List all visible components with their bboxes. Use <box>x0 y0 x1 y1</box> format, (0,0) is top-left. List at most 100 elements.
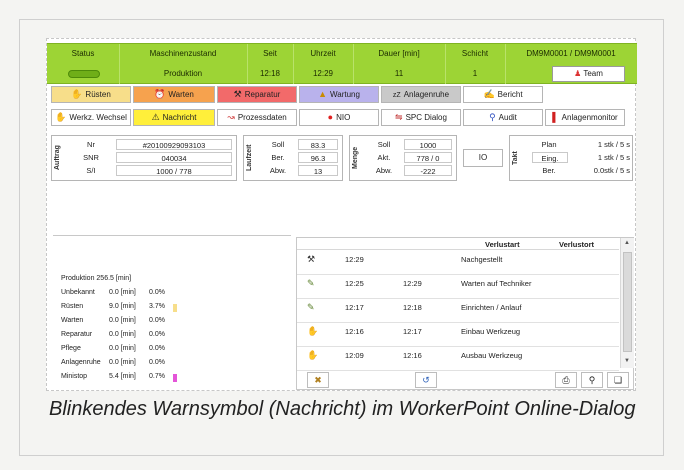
takt-eing-button[interactable]: Eing. <box>532 152 568 163</box>
prozessdaten-button[interactable]: ↝ Prozessdaten <box>217 109 297 126</box>
laufzeit-soll-value: 83.3 <box>298 139 338 150</box>
dauer-value: 11 <box>394 69 404 78</box>
thermometer-icon: ▌ <box>552 112 559 122</box>
nio-label: NIO <box>336 113 351 122</box>
red-dot-icon: ● <box>327 112 334 122</box>
werkzeug-wechsel-button[interactable]: ✋ Werkz. Wechsel <box>51 109 131 126</box>
export-button[interactable]: ⎙ <box>555 372 577 388</box>
audit-label: Audit <box>498 113 517 122</box>
reparatur-button[interactable]: ⚒ Reparatur <box>217 86 297 103</box>
takt-panel: Takt Plan 1 stk / 5 s Eing. 1 stk / 5 s … <box>509 135 633 181</box>
search-button[interactable]: ⚲ <box>581 372 603 388</box>
verlustart-header: Verlustart <box>485 240 520 249</box>
audit-button[interactable]: ⚲ Audit <box>463 109 543 126</box>
bericht-button[interactable]: ✍ Bericht <box>463 86 543 103</box>
team-button[interactable]: ♟ Team <box>552 66 625 82</box>
event-start-time: 12:17 <box>345 303 364 312</box>
menge-key: Akt. <box>377 153 391 162</box>
schicht-header: Schicht <box>461 49 489 58</box>
takt-key: Plan <box>541 140 557 149</box>
auftrag-key: S/I <box>86 166 96 175</box>
scroll-up-icon[interactable]: ▲ <box>624 240 630 246</box>
loss-stat-bar <box>173 374 177 382</box>
event-start-time: 12:16 <box>345 327 364 336</box>
loss-stat-percent: 0.0% <box>149 317 165 324</box>
prozessdaten-label: Prozessdaten <box>237 113 287 122</box>
loss-stat-percent: 0.0% <box>149 359 165 366</box>
scroll-thumb[interactable] <box>623 252 632 352</box>
anlagenruhe-label: Anlagenruhe <box>403 90 450 99</box>
event-end-time: 12:17 <box>403 327 422 336</box>
nio-button[interactable]: ● NIO <box>299 109 379 126</box>
menge-abw-value: -222 <box>404 165 452 176</box>
io-badge: IO <box>463 149 503 167</box>
event-row[interactable]: ⚒ 12:29 Nachgestellt <box>297 251 619 275</box>
nachricht-button[interactable]: ⚠ Nachricht <box>133 109 215 126</box>
window-button[interactable]: ❏ <box>607 372 629 388</box>
search-icon: ⚲ <box>588 375 596 385</box>
pin-icon: ⚲ <box>489 112 496 122</box>
loss-stat-label: Reparatur <box>61 331 93 338</box>
auftrag-panel: Auftrag Nr #20100929093103 SNR 040034 S/… <box>51 135 237 181</box>
event-row[interactable]: ✎ 12:17 12:18 Einrichten / Anlauf <box>297 299 619 323</box>
scroll-down-icon[interactable]: ▼ <box>624 358 630 364</box>
loss-stat-bar <box>173 304 177 312</box>
auftrag-key: SNR <box>83 153 99 162</box>
auftrag-si-value: 1000 / 778 <box>116 165 232 176</box>
loss-stat-label: Ministop <box>61 373 88 380</box>
machine-id-header: DM9M0001 / DM9M0001 <box>526 49 616 58</box>
sleep-icon: zZ <box>392 92 401 99</box>
loss-stat-percent: 0.0% <box>149 345 165 352</box>
event-list-scrollbar[interactable]: ▲ ▼ <box>620 238 634 368</box>
tools-icon: ⚒ <box>233 89 242 99</box>
oil-can-icon: ▲ <box>318 89 327 99</box>
loss-stat-minutes: 9.0 [min] <box>109 303 136 310</box>
alarm-icon: ⏰ <box>154 89 166 99</box>
warten-label: Warten <box>168 90 194 99</box>
anlagenmonitor-label: Anlagenmonitor <box>561 113 618 122</box>
event-list-header: Verlustart Verlustort <box>297 238 619 250</box>
worker-icon: ✎ <box>307 278 315 288</box>
loss-stat-minutes: 0.0 [min] <box>109 289 136 296</box>
hand-icon: ✋ <box>71 89 83 99</box>
team-label: Team <box>583 69 603 78</box>
export-icon: ⎙ <box>562 375 570 385</box>
menge-label: Menge <box>352 146 359 170</box>
wartung-label: Wartung <box>329 90 360 99</box>
warten-button[interactable]: ⏰ Warten <box>133 86 215 103</box>
loss-stat-minutes: 5.4 [min] <box>109 373 136 380</box>
loss-stat-label: Unbekannt <box>61 289 95 296</box>
takt-plan-value: 1 stk / 5 s <box>597 140 630 149</box>
event-description: Ausbau Werkzeug <box>461 351 523 360</box>
hand-icon: ✋ <box>307 350 319 360</box>
status-header: Status <box>71 49 95 58</box>
wartung-button[interactable]: ▲ Wartung <box>299 86 379 103</box>
maschinenzustand-header: Maschinenzustand <box>149 49 217 58</box>
laufzeit-panel: Laufzeit Soll 83.3 Ber. 96.3 Abw. 13 <box>243 135 343 181</box>
spc-dialog-button[interactable]: ⇋ SPC Dialog <box>381 109 461 126</box>
undo-button[interactable]: ↺ <box>415 372 437 388</box>
verlustort-header: Verlustort <box>559 240 595 249</box>
loss-stat-minutes: 0.0 [min] <box>109 345 136 352</box>
takt-ber-value: 0.0stk / 5 s <box>593 166 630 175</box>
auftrag-label: Auftrag <box>54 145 61 171</box>
event-row[interactable]: ✎ 12:25 12:29 Warten auf Techniker <box>297 275 619 299</box>
ruesten-button[interactable]: ✋ Rüsten <box>51 86 131 103</box>
event-description: Warten auf Techniker <box>461 279 532 288</box>
loss-stat-minutes: 0.0 [min] <box>109 331 136 338</box>
event-start-time: 12:09 <box>345 351 364 360</box>
tool-button[interactable]: ✖ <box>307 372 329 388</box>
anlagenmonitor-button[interactable]: ▌ Anlagenmonitor <box>545 109 625 126</box>
hand-icon: ✋ <box>307 326 319 336</box>
event-row[interactable]: ✋ 12:16 12:17 Einbau Werkzeug <box>297 323 619 347</box>
anlagenruhe-button[interactable]: zZ Anlagenruhe <box>381 86 461 103</box>
status-bar: Status Maschinenzustand Seit Uhrzeit Dau… <box>47 43 637 84</box>
event-end-time: 12:16 <box>403 351 422 360</box>
menge-akt-value: 778 / 0 <box>404 152 452 163</box>
laufzeit-key: Abw. <box>269 166 287 175</box>
loss-stat-minutes: 0.0 [min] <box>109 359 136 366</box>
event-row[interactable]: ✋ 12:09 12:16 Ausbau Werkzeug <box>297 347 619 371</box>
event-description: Einrichten / Anlauf <box>461 303 522 312</box>
seit-header: Seit <box>263 49 277 58</box>
team-icon: ♟ <box>574 69 582 78</box>
